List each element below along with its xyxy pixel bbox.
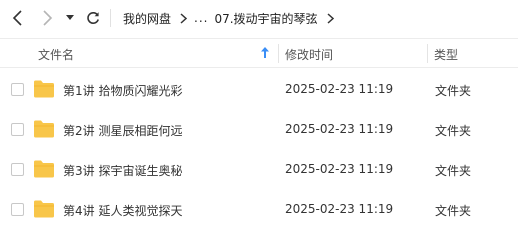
folder-icon <box>34 120 54 138</box>
file-name[interactable]: 第2讲 测星辰相距何远 <box>63 122 182 139</box>
file-modified: 2025-02-23 11:19 <box>285 82 394 96</box>
column-header-modified[interactable]: 修改时间 <box>285 46 333 63</box>
file-row[interactable]: 第3讲 探宇宙诞生奥秘 2025-02-23 11:19 文件夹 <box>0 151 518 189</box>
file-row[interactable]: 第2讲 测星辰相距何远 2025-02-23 11:19 文件夹 <box>0 111 518 149</box>
row-checkbox[interactable] <box>11 163 24 176</box>
file-type: 文件夹 <box>435 204 472 218</box>
file-modified: 2025-02-23 11:19 <box>285 122 394 136</box>
toolbar-divider <box>110 9 111 27</box>
file-name[interactable]: 第3讲 探宇宙诞生奥秘 <box>63 162 182 179</box>
breadcrumb-root[interactable]: 我的网盘 <box>123 10 171 27</box>
file-name[interactable]: 第1讲 拾物质闪耀光彩 <box>63 82 182 99</box>
folder-icon <box>34 200 54 218</box>
breadcrumb-current[interactable]: 07.拨动宇宙的琴弦 <box>214 10 317 27</box>
file-modified: 2025-02-23 11:19 <box>285 202 394 216</box>
file-type: 文件夹 <box>435 164 472 178</box>
chevron-left-icon <box>12 10 22 26</box>
file-type: 文件夹 <box>435 84 472 98</box>
row-checkbox[interactable] <box>11 83 24 96</box>
toolbar: 我的网盘 ... 07.拨动宇宙的琴弦 <box>0 0 518 38</box>
row-checkbox[interactable] <box>11 203 24 216</box>
file-name[interactable]: 第4讲 延人类视觉探天 <box>63 202 182 219</box>
file-row[interactable]: 第4讲 延人类视觉探天 2025-02-23 11:19 文件夹 <box>0 191 518 229</box>
folder-icon <box>34 80 54 98</box>
breadcrumb-ellipsis[interactable]: ... <box>194 11 208 25</box>
file-list-header: 文件名 修改时间 类型 <box>0 38 518 68</box>
history-dropdown-button[interactable] <box>63 7 77 29</box>
folder-icon <box>34 160 54 178</box>
forward-button[interactable] <box>37 7 57 29</box>
file-type: 文件夹 <box>435 124 472 138</box>
row-checkbox[interactable] <box>11 123 24 136</box>
back-button[interactable] <box>8 7 28 29</box>
file-modified: 2025-02-23 11:19 <box>285 162 394 176</box>
caret-down-icon <box>66 15 74 20</box>
chevron-right-icon[interactable] <box>327 12 334 24</box>
sort-ascending-icon[interactable] <box>261 47 269 61</box>
file-row[interactable]: 第1讲 拾物质闪耀光彩 2025-02-23 11:19 文件夹 <box>0 71 518 109</box>
column-header-type[interactable]: 类型 <box>434 46 458 63</box>
column-divider[interactable] <box>427 44 428 63</box>
column-divider[interactable] <box>278 44 279 63</box>
refresh-button[interactable] <box>83 7 103 29</box>
chevron-right-icon <box>43 10 53 26</box>
breadcrumb: 我的网盘 ... 07.拨动宇宙的琴弦 <box>123 9 341 27</box>
refresh-icon <box>87 11 99 24</box>
chevron-right-icon <box>180 12 188 24</box>
column-header-name[interactable]: 文件名 <box>38 46 74 63</box>
